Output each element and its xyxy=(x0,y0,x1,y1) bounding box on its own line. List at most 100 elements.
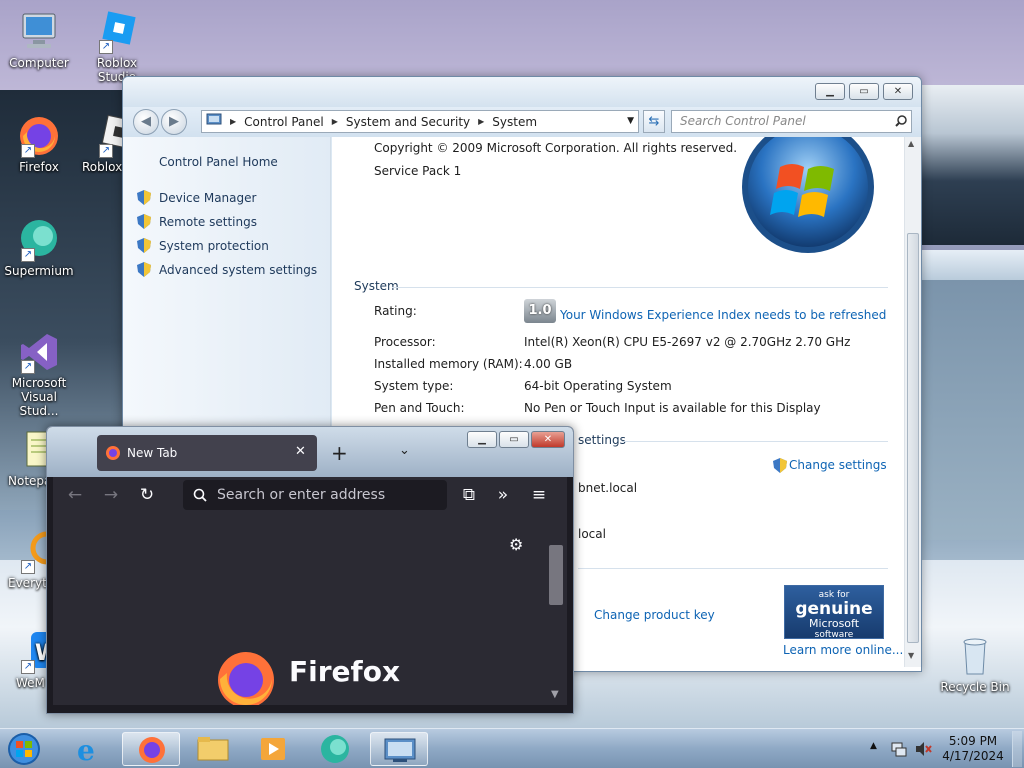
refresh-button[interactable]: ⇆ xyxy=(643,110,665,133)
back-button[interactable]: ◀ xyxy=(133,109,159,135)
internet-explorer-icon: e xyxy=(77,734,95,767)
list-all-tabs-button[interactable]: ⌄ xyxy=(399,443,410,458)
start-button[interactable] xyxy=(4,732,48,766)
title-bar[interactable]: ▁ ▭ ✕ xyxy=(123,77,921,107)
overflow-menu-button[interactable]: » xyxy=(491,485,515,505)
genuine-badge-text: genuine xyxy=(795,599,873,619)
taskbar-control-panel[interactable] xyxy=(370,732,428,766)
network-icon[interactable] xyxy=(890,740,908,758)
change-product-key-link[interactable]: Change product key xyxy=(594,608,715,622)
rating-label: Rating: xyxy=(374,304,417,318)
desktop-icon-visual-studio[interactable]: ↗ Microsoft Visual Stud... xyxy=(0,330,78,418)
scroll-up-icon[interactable]: ▲ xyxy=(908,139,914,148)
control-panel-icon xyxy=(206,113,222,130)
search-icon xyxy=(895,115,907,130)
extensions-button[interactable]: ⧉ xyxy=(457,485,481,505)
tab-new-tab[interactable]: New Tab ✕ xyxy=(97,435,317,471)
url-bar[interactable]: Search or enter address xyxy=(183,480,447,510)
firefox-logo-icon xyxy=(218,652,274,705)
reload-icon: ↻ xyxy=(139,485,155,505)
divider xyxy=(622,441,888,442)
rating-badge[interactable]: 1.0 xyxy=(524,299,556,323)
breadcrumb-system-and-security[interactable]: System and Security xyxy=(346,115,470,129)
taskbar-clock[interactable]: 5:09 PM 4/17/2024 xyxy=(940,734,1006,764)
desktop-icon-label: Recycle Bin xyxy=(940,680,1010,694)
desktop-icon-label: Firefox xyxy=(19,160,59,174)
divider xyxy=(578,568,888,569)
minimize-icon: ▁ xyxy=(478,434,486,445)
scroll-down-icon[interactable]: ▼ xyxy=(551,689,559,700)
tab-close-icon[interactable]: ✕ xyxy=(295,444,306,459)
service-pack-text: Service Pack 1 xyxy=(374,164,462,178)
firefox-window[interactable]: New Tab ✕ + ⌄ ▁ ▭ ✕ ← → ↻ Search or ente… xyxy=(46,426,574,714)
minimize-button[interactable]: ▁ xyxy=(815,83,845,100)
desktop-icon-supermium[interactable]: ↗ Supermium xyxy=(0,218,78,278)
shortcut-arrow-icon: ↗ xyxy=(21,560,35,574)
scrollbar-thumb[interactable] xyxy=(907,233,919,643)
desktop-icon-recycle-bin[interactable]: Recycle Bin xyxy=(936,634,1014,694)
app-menu-button[interactable]: ≡ xyxy=(527,485,551,505)
maximize-button[interactable]: ▭ xyxy=(499,431,529,448)
windows-start-icon xyxy=(8,733,40,765)
show-desktop-button[interactable] xyxy=(1012,731,1022,767)
vertical-scrollbar[interactable]: ▲ ▼ xyxy=(904,137,921,667)
back-arrow-icon: ◀ xyxy=(141,114,151,129)
minimize-button[interactable]: ▁ xyxy=(467,431,497,448)
search-control-panel-input[interactable]: Search Control Panel xyxy=(671,110,912,133)
desktop-icon-firefox[interactable]: ↗ Firefox xyxy=(0,114,78,174)
shield-icon xyxy=(773,458,787,473)
taskbar-media-player[interactable] xyxy=(244,732,302,766)
experience-index-link[interactable]: Your Windows Experience Index needs to b… xyxy=(560,308,886,322)
maximize-button[interactable]: ▭ xyxy=(849,83,879,100)
supermium-icon: ↗ xyxy=(17,218,61,262)
puzzle-icon: ⧉ xyxy=(462,485,476,505)
refresh-icon: ⇆ xyxy=(648,114,660,129)
genuine-microsoft-badge[interactable]: ask for genuine Microsoft software xyxy=(784,585,884,640)
reload-button[interactable]: ↻ xyxy=(135,485,159,505)
processor-label: Processor: xyxy=(374,335,436,349)
genuine-badge-text: Microsoft xyxy=(808,617,860,630)
address-dropdown-icon[interactable]: ▼ xyxy=(627,116,634,126)
memory-label: Installed memory (RAM): xyxy=(374,357,523,371)
close-button[interactable]: ✕ xyxy=(883,83,913,100)
new-tab-settings-button[interactable]: ⚙ xyxy=(509,535,523,554)
taskbar-firefox[interactable] xyxy=(122,732,180,766)
shield-icon xyxy=(137,238,151,253)
sidebar-remote-settings[interactable]: Remote settings xyxy=(159,215,257,229)
breadcrumb-control-panel[interactable]: Control Panel xyxy=(244,115,324,129)
taskbar-internet-explorer[interactable]: e xyxy=(62,732,120,767)
change-settings-link[interactable]: Change settings xyxy=(789,458,887,472)
taskbar-file-explorer[interactable] xyxy=(184,732,242,766)
address-bar[interactable]: ▶ Control Panel ▶ System and Security ▶ … xyxy=(201,110,639,133)
close-button[interactable]: ✕ xyxy=(531,431,565,448)
show-hidden-icons-button[interactable]: ▲ xyxy=(870,741,877,751)
supermium-icon xyxy=(321,735,349,763)
new-tab-button[interactable]: + xyxy=(331,441,348,465)
url-bar-placeholder: Search or enter address xyxy=(217,487,386,503)
desktop-icon-computer[interactable]: Computer xyxy=(0,10,78,70)
back-button[interactable]: ← xyxy=(63,485,87,505)
back-arrow-icon: ← xyxy=(67,485,83,505)
sidebar-control-panel-home[interactable]: Control Panel Home xyxy=(159,155,278,169)
media-player-icon xyxy=(261,738,285,760)
scrollbar-thumb[interactable] xyxy=(549,545,563,605)
taskbar-supermium[interactable] xyxy=(306,732,364,766)
sidebar-advanced-system-settings[interactable]: Advanced system settings xyxy=(159,263,317,277)
chevron-up-icon: ▲ xyxy=(870,741,877,751)
breadcrumb-separator-icon: ▶ xyxy=(331,117,338,126)
wallpaper-mountain xyxy=(920,85,1024,245)
scroll-down-icon[interactable]: ▼ xyxy=(908,651,914,660)
system-type-label: System type: xyxy=(374,379,454,393)
desktop-icon-roblox-studio[interactable]: ↗ Roblox Studio xyxy=(78,10,156,84)
shortcut-arrow-icon: ↗ xyxy=(21,660,35,674)
learn-more-online-link[interactable]: Learn more online... xyxy=(783,643,903,657)
clock-date: 4/17/2024 xyxy=(942,749,1004,763)
sidebar-system-protection[interactable]: System protection xyxy=(159,239,269,253)
forward-arrow-icon: ▶ xyxy=(169,114,179,129)
sidebar-device-manager[interactable]: Device Manager xyxy=(159,191,256,205)
breadcrumb-system[interactable]: System xyxy=(492,115,537,129)
forward-button[interactable]: → xyxy=(99,485,123,505)
volume-muted-icon[interactable] xyxy=(914,740,932,758)
forward-button[interactable]: ▶ xyxy=(161,109,187,135)
breadcrumb-separator-icon: ▶ xyxy=(230,117,237,126)
